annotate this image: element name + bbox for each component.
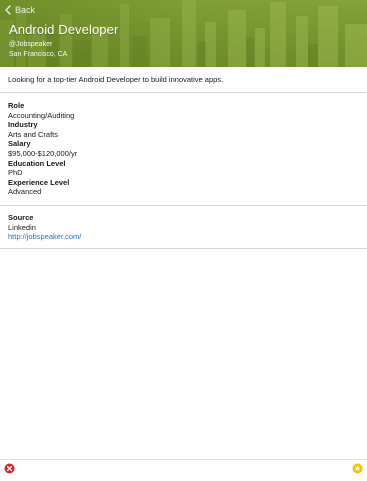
job-summary-section: Looking for a top-tier Android Developer… xyxy=(0,67,367,93)
star-circle-icon[interactable] xyxy=(352,463,363,474)
job-header: Back Android Developer @Jobspeaker San F… xyxy=(0,0,367,67)
role-label: Role xyxy=(8,101,25,110)
experience-level-label: Experience Level xyxy=(8,177,70,187)
source-label: Source xyxy=(8,213,34,222)
close-circle-icon[interactable] xyxy=(4,463,15,474)
job-source-section: Source Linkedin http://jobspeaker.com/ xyxy=(0,207,367,249)
source-url-link[interactable]: http://jobspeaker.com/ xyxy=(8,232,359,242)
bottom-toolbar xyxy=(0,459,367,481)
source-name: Linkedin xyxy=(8,222,36,232)
role-value: Accounting/Auditing xyxy=(8,110,75,120)
job-title: Android Developer xyxy=(9,22,119,37)
salary-value: $95,000-$120,000/yr xyxy=(8,148,78,158)
industry-label: Industry xyxy=(8,120,38,130)
experience-level-value: Advanced xyxy=(8,187,42,197)
industry-value: Arts and Crafts xyxy=(8,129,59,139)
back-button[interactable]: Back xyxy=(4,5,35,15)
back-label: Back xyxy=(15,5,36,15)
company-handle: @Jobspeaker xyxy=(9,41,53,48)
chevron-left-icon xyxy=(5,5,11,15)
job-summary: Looking for a top-tier Android Developer… xyxy=(8,75,224,84)
job-location: San Francisco, CA xyxy=(9,51,68,58)
salary-label: Salary xyxy=(8,139,31,149)
education-level-label: Education Level xyxy=(8,158,66,168)
job-details-section: Role Accounting/Auditing Industry Arts a… xyxy=(0,94,367,206)
education-level-value: PhD xyxy=(8,168,23,178)
